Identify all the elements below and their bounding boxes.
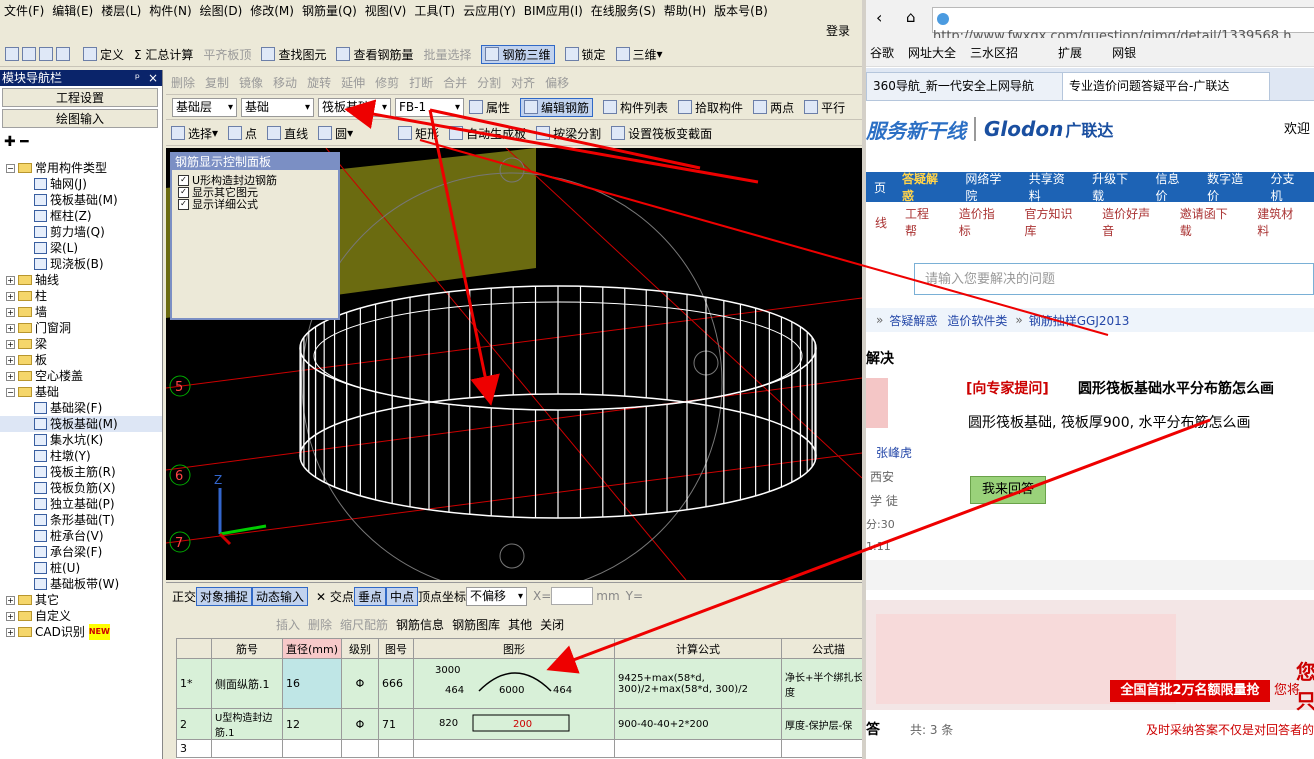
annotation-arrows — [344, 99, 1211, 674]
arrow-line — [429, 108, 701, 170]
arrow-from-question — [419, 139, 1109, 336]
arrow-to-ring — [428, 109, 500, 406]
arrow-to-table — [546, 418, 1211, 674]
arrow-to-component — [344, 99, 759, 184]
